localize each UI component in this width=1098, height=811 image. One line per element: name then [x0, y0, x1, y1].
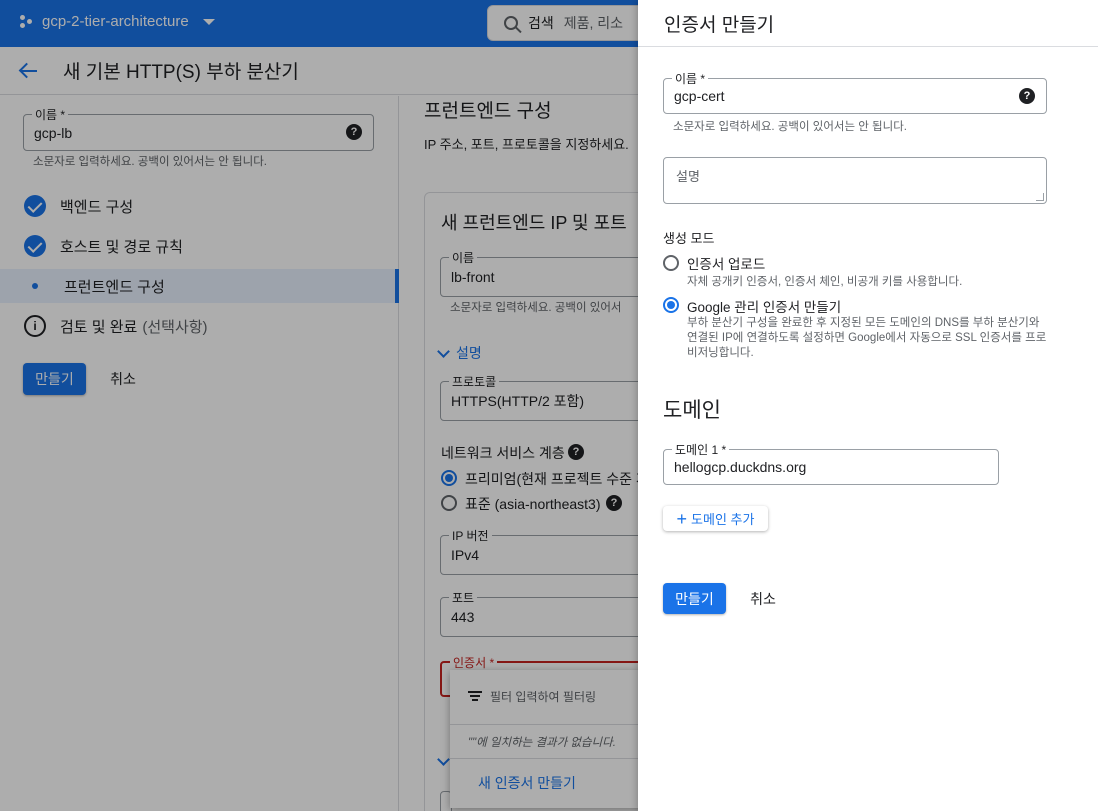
description-placeholder: 설명 [676, 169, 700, 184]
mode-label: 생성 모드 [663, 231, 715, 246]
add-domain-label: 도메인 추가 [691, 512, 755, 527]
field-value: hellogcp.duckdns.org [674, 459, 807, 475]
help-icon[interactable]: ? [1019, 88, 1035, 104]
add-domain-button[interactable]: + 도메인 추가 [663, 506, 768, 531]
radio-google-managed[interactable] [663, 297, 679, 313]
domain-heading: 도메인 [663, 399, 721, 422]
option-title: 인증서 업로드 [687, 257, 766, 272]
description-textarea[interactable]: 설명 [663, 157, 1047, 204]
option-title: Google 관리 인증서 만들기 [687, 300, 842, 315]
panel-title: 인증서 만들기 [664, 15, 775, 36]
plus-icon: + [676, 508, 688, 529]
modal-scrim[interactable] [0, 0, 638, 811]
option-description: 자체 공개키 인증서, 인증서 체인, 비공개 키를 사용합니다. [687, 276, 963, 288]
field-label: 이름 * [672, 70, 709, 87]
cert-name-field[interactable]: 이름 * gcp-cert ? [663, 70, 1047, 114]
panel-create-button[interactable]: 만들기 [663, 583, 726, 614]
create-certificate-panel: 인증서 만들기 이름 * gcp-cert ? 소문자로 입력하세요. 공백이 … [638, 0, 1098, 811]
domain-1-field[interactable]: 도메인 1 * hellogcp.duckdns.org [663, 441, 999, 485]
field-value: gcp-cert [674, 88, 725, 104]
panel-header: 인증서 만들기 [638, 0, 1098, 47]
field-hint: 소문자로 입력하세요. 공백이 있어서는 안 됩니다. [673, 121, 907, 133]
panel-cancel-button[interactable]: 취소 [740, 583, 786, 614]
option-description: 부하 분산기 구성을 완료한 후 지정된 모든 도메인의 DNS를 부하 분산기… [687, 317, 1047, 359]
resize-handle-icon[interactable] [1036, 193, 1044, 201]
field-label: 도메인 1 * [672, 441, 730, 458]
radio-upload-cert[interactable] [663, 255, 679, 271]
